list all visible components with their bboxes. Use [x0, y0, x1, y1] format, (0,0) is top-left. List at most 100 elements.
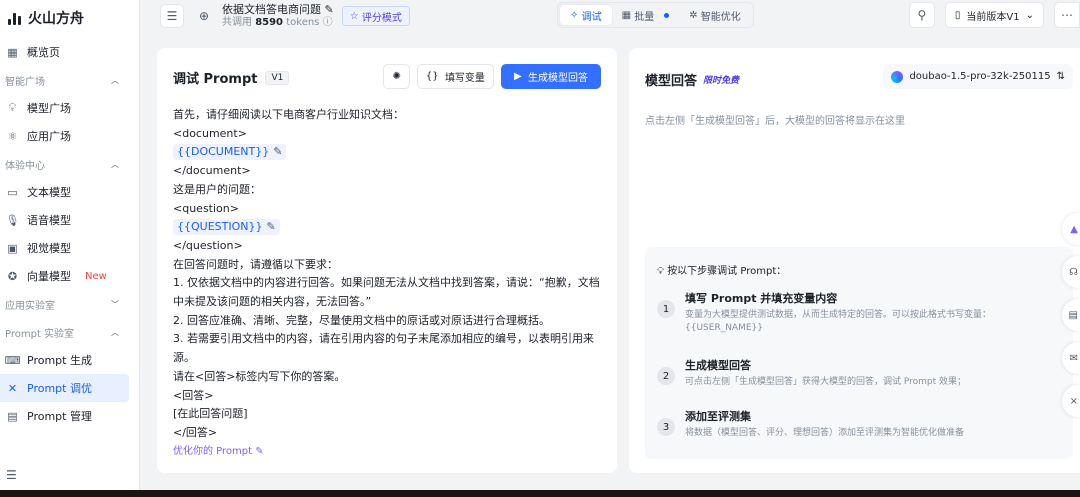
- sidebar-group-prompt-lab[interactable]: Prompt 实验室 ︿: [0, 318, 139, 346]
- table-icon: ▦: [621, 9, 632, 21]
- chevron-down-icon: ﹀: [111, 299, 119, 309]
- atom-icon: ⚛: [7, 129, 18, 143]
- optimize-prompt-link[interactable]: 优化你的 Prompt ✎: [173, 443, 603, 462]
- swap-icon: ⇅: [1056, 71, 1065, 82]
- file-icon: ▯: [954, 9, 961, 21]
- model-answer-panel: 模型回答 限时免费 doubao-1.5-pro-32k-250115 ⇅ 点击左…: [629, 48, 1080, 473]
- sidebar-group-square[interactable]: 智能广场 ︿: [0, 66, 139, 94]
- add-circle-icon[interactable]: ⊕: [192, 4, 216, 28]
- sidebar: 火山方舟 ▦ 概览页 智能广场 ︿ 💡︎ 模型广场 ⚛ 应用广场 体验中心 ︿ ▭ …: [0, 0, 140, 490]
- chevron-up-icon: ︿: [111, 159, 119, 169]
- app-logo[interactable]: 火山方舟: [0, 0, 139, 36]
- headset-icon[interactable]: ☊: [1062, 256, 1080, 288]
- variable-chip[interactable]: {{QUESTION}} ✎: [173, 219, 280, 236]
- eval-mode-button[interactable]: ☆ 评分模式: [341, 6, 410, 26]
- edit-icon[interactable]: ✎: [267, 220, 276, 233]
- sidebar-item-app-square[interactable]: ⚛ 应用广场: [0, 122, 129, 150]
- steps-guide: 💡︎ 按以下步骤调试 Prompt： 1 填写 Prompt 并填充变量内容 变量…: [645, 247, 1073, 459]
- bulb-icon[interactable]: ⚲: [908, 2, 935, 28]
- prompt-editor[interactable]: 首先，请仔细阅读以下电商客户行业知识文档： <document> {{DOCUM…: [173, 106, 603, 461]
- prompt-tune-icon: ✕: [7, 381, 18, 395]
- generate-answer-button[interactable]: ▶ 生成模型回答: [500, 64, 601, 89]
- token-count: 8590: [255, 17, 284, 28]
- volcano-logo-icon: [8, 11, 22, 25]
- doc-title-block: 依据文档答电商问题 ✎ 共调用 8590 tokens ⓘ: [222, 3, 334, 28]
- sidebar-item-model-square[interactable]: 💡︎ 模型广场: [0, 94, 129, 122]
- sidebar-item-overview[interactable]: ▦ 概览页: [0, 38, 129, 66]
- vector-icon: ✪: [7, 269, 18, 283]
- prompt-line: </question>: [173, 238, 243, 252]
- prompt-line: 1. 仅依据文档中的内容进行回答。如果问题无法从文档中找到答案，请说：“抱歉，文…: [173, 276, 600, 309]
- chevron-up-icon: ︿: [111, 327, 119, 337]
- sidebar-group-app-lab[interactable]: 应用实验室 ﹀: [0, 290, 139, 318]
- floating-toolbar: ▲ ☊ ▤ ✉ ×: [1062, 213, 1080, 417]
- sidebar-item-prompt-manage[interactable]: ▤ Prompt 管理: [0, 402, 129, 430]
- prompt-line: </document>: [173, 164, 251, 178]
- sidebar-item-vision-model[interactable]: ▣ 视觉模型: [0, 234, 129, 262]
- image-icon: ▣: [7, 241, 18, 255]
- prompt-line: 首先，请仔细阅读以下电商客户行业知识文档：: [173, 108, 404, 121]
- step-item: 2 生成模型回答 可点击左侧「生成模型回答」获得大模型的回答，调试 Prompt …: [657, 357, 1015, 389]
- prompt-line: </回答>: [173, 425, 218, 439]
- sidebar-item-vector-model[interactable]: ✪ 向量模型 New: [0, 262, 129, 290]
- chevron-up-icon: ︿: [111, 75, 119, 85]
- doc-icon[interactable]: ▤: [1062, 299, 1080, 331]
- info-icon[interactable]: ⓘ: [323, 17, 333, 28]
- prompt-line: <document>: [173, 126, 247, 140]
- play-icon: ▶: [513, 71, 522, 82]
- sidebar-item-text-model[interactable]: ▭ 文本模型: [0, 178, 129, 206]
- prompt-toolbar: ✺ {} 填写变量 ▶ 生成模型回答: [383, 64, 601, 89]
- prompt-line: [在此回答问题]: [173, 407, 248, 421]
- bulb-icon: 💡︎: [8, 101, 17, 114]
- new-badge: New: [85, 270, 107, 282]
- prompt-line: 在回答问题时，请遵循以下要求：: [173, 257, 338, 271]
- tab-debug[interactable]: ✧ 调试: [560, 5, 612, 25]
- sidebar-group-experience[interactable]: 体验中心 ︿: [0, 150, 139, 178]
- close-icon[interactable]: ×: [1062, 385, 1080, 417]
- bulb-icon: 💡︎: [657, 266, 664, 277]
- prompt-line: 请在<回答>标签内写下你的答案。: [173, 369, 346, 383]
- dashboard-icon: ▦: [7, 45, 18, 59]
- answer-placeholder: 点击左侧「生成模型回答」后，大模型的回答将显示在这里: [645, 116, 905, 127]
- free-tag: 限时免费: [703, 76, 740, 86]
- chevron-down-icon: ⌄: [1025, 9, 1034, 21]
- version-select[interactable]: ▯ 当前版本V1 ⌄: [944, 2, 1044, 28]
- panel-title: 调试 Prompt: [173, 72, 258, 87]
- step-item: 1 填写 Prompt 并填充变量内容 变量为大模型提供测试数据，从而生成特定的回…: [657, 290, 1015, 335]
- panel-title: 模型回答: [645, 74, 698, 89]
- prompt-line: <回答>: [173, 388, 214, 402]
- prompt-line: 3. 若需要引用文档中的内容，请在引用内容的句子末尾添加相应的编号，以表明引用来…: [173, 332, 594, 365]
- more-icon[interactable]: ⋯: [1054, 2, 1080, 28]
- wand-icon: ✧: [570, 9, 579, 21]
- prompt-line: <question>: [173, 201, 239, 215]
- fill-variables-button[interactable]: {} 填写变量: [416, 64, 494, 89]
- header: ☰ ⊕ 依据文档答电商问题 ✎ 共调用 8590 tokens ⓘ ☆ 评分模式…: [140, 0, 1080, 32]
- doc-title: 依据文档答电商问题: [222, 3, 321, 16]
- edit-icon[interactable]: ✎: [325, 3, 334, 16]
- braces-icon: {}: [425, 71, 439, 82]
- sidebar-item-prompt-generate[interactable]: ⌨ Prompt 生成: [0, 346, 129, 374]
- magic-button[interactable]: ✺: [383, 64, 410, 89]
- microphone-icon: 🎙︎: [5, 213, 20, 227]
- collapse-sidebar-icon[interactable]: ☰: [6, 468, 17, 482]
- menu-icon[interactable]: ☰: [160, 4, 184, 28]
- text-model-icon: ▭: [7, 185, 18, 199]
- prompt-debug-panel: 调试 Prompt V1 ✺ {} 填写变量 ▶ 生成模型回答 首先，请仔细阅读以…: [157, 48, 617, 473]
- sidebar-item-prompt-tune[interactable]: ✕ Prompt 调优: [0, 374, 129, 402]
- edit-icon[interactable]: ✎: [273, 145, 282, 158]
- version-tag: V1: [265, 70, 290, 85]
- indicator-dot: [664, 12, 670, 18]
- prompt-line: 这是用户的问题：: [173, 182, 261, 196]
- app-name: 火山方舟: [28, 11, 84, 27]
- model-select[interactable]: doubao-1.5-pro-32k-250115 ⇅: [883, 64, 1073, 89]
- sidebar-item-voice-model[interactable]: 🎙︎ 语音模型: [0, 206, 129, 234]
- tab-smart-optimize[interactable]: ✲ 智能优化: [679, 5, 751, 25]
- mode-tabs: ✧ 调试 ▦ 批量 ✲ 智能优化: [557, 2, 754, 28]
- feedback-icon[interactable]: ✉: [1062, 342, 1080, 374]
- tab-batch[interactable]: ▦ 批量: [612, 5, 680, 25]
- assistant-icon[interactable]: ▲: [1062, 213, 1080, 245]
- prompt-line: 2. 回答应准确、清晰、完整，尽量使用文档中的原话或对原话进行合理概括。: [173, 313, 550, 327]
- taskbar-strip: [0, 490, 1080, 497]
- variable-chip[interactable]: {{DOCUMENT}} ✎: [173, 144, 287, 161]
- sparkle-icon: ✲: [689, 9, 698, 21]
